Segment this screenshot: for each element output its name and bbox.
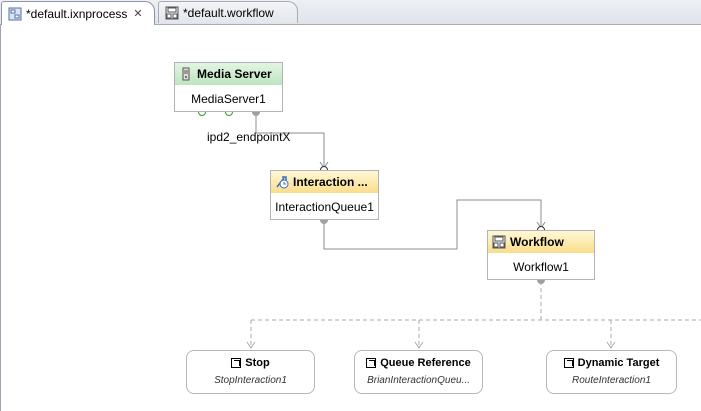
media-server-node[interactable]: Media Server MediaServer1 xyxy=(174,62,283,112)
external-link-icon xyxy=(563,358,574,368)
target-name: BrianInteractionQueu... xyxy=(367,375,470,386)
workflow-icon xyxy=(492,235,506,249)
close-icon[interactable]: ✕ xyxy=(133,7,142,20)
tab-default-ixnprocess[interactable]: *default.ixnprocess ✕ xyxy=(1,1,155,25)
tab-label: *default.ixnprocess xyxy=(26,6,128,21)
editor-tab-bar: *default.ixnprocess ✕ *default.workflow xyxy=(0,0,701,25)
workflow-node[interactable]: Workflow Workflow1 xyxy=(487,230,595,280)
process-file-icon xyxy=(8,7,22,20)
node-title: Interaction ... xyxy=(293,175,368,189)
target-title: Queue Reference xyxy=(380,357,471,369)
node-name: Workflow1 xyxy=(513,260,569,274)
target-title: Dynamic Target xyxy=(577,357,660,369)
node-title: Workflow xyxy=(510,235,564,249)
tab-label: *default.workflow xyxy=(183,5,274,20)
target-title: Stop xyxy=(245,357,270,369)
dynamic-target-node[interactable]: Dynamic Target RouteInteraction1 xyxy=(546,350,677,394)
external-link-icon xyxy=(231,358,242,368)
node-name: MediaServer1 xyxy=(191,92,266,106)
server-icon xyxy=(182,67,190,81)
target-name: RouteInteraction1 xyxy=(572,375,651,386)
queue-reference-target-node[interactable]: Queue Reference BrianInteractionQueu... xyxy=(354,350,483,394)
stop-target-node[interactable]: Stop StopInteraction1 xyxy=(186,350,315,394)
node-title: Media Server xyxy=(197,67,272,81)
queue-clock-icon xyxy=(276,176,289,189)
interaction-queue-node[interactable]: Interaction ... InteractionQueue1 xyxy=(270,170,379,220)
diagram-canvas[interactable]: ipd2_endpointX Media Server MediaServer1… xyxy=(0,25,701,411)
wire-workflow-to-targets[interactable] xyxy=(250,281,701,348)
node-name: InteractionQueue1 xyxy=(275,200,374,214)
external-link-icon xyxy=(366,358,377,368)
target-name: StopInteraction1 xyxy=(214,375,287,386)
workflow-file-icon xyxy=(165,6,179,19)
media-server-header: Media Server xyxy=(175,63,282,85)
workflow-header: Workflow xyxy=(488,231,594,253)
connection-label: ipd2_endpointX xyxy=(207,130,291,144)
tab-default-workflow[interactable]: *default.workflow xyxy=(158,1,298,23)
interaction-queue-header: Interaction ... xyxy=(271,171,378,193)
